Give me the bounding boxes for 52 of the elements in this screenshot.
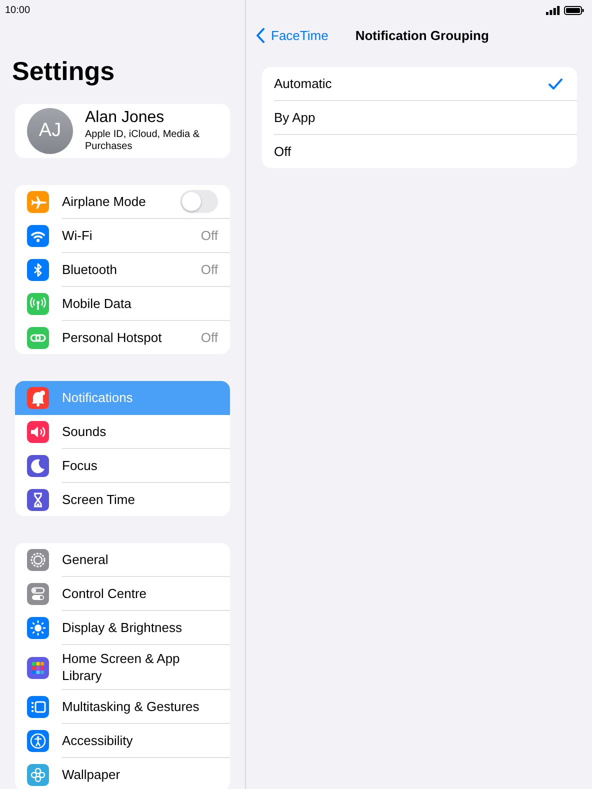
item-label: Mobile Data <box>62 295 132 313</box>
settings-item[interactable]: Display & Brightness <box>15 611 230 645</box>
item-label: Wallpaper <box>62 766 120 784</box>
item-label: Home Screen & App Library <box>62 650 181 685</box>
avatar: AJ <box>27 108 73 154</box>
settings-item[interactable]: General <box>15 543 230 577</box>
profile-subtitle: Apple ID, iCloud, Media & Purchases <box>85 129 201 153</box>
back-chevron-icon <box>256 28 265 42</box>
toggle-switch[interactable] <box>180 190 218 213</box>
item-label: Screen Time <box>62 491 135 509</box>
item-label: Airplane Mode <box>62 193 146 211</box>
nav-title: Notification Grouping <box>355 28 489 42</box>
option-label: Off <box>274 144 292 159</box>
profile-card[interactable]: AJ Alan Jones Apple ID, iCloud, Media & Purchases <box>15 104 230 158</box>
battery-icon <box>564 6 584 14</box>
settings-item[interactable]: Mobile Data <box>15 287 230 321</box>
settings-item[interactable]: Focus <box>15 449 230 483</box>
item-value: Off <box>200 262 218 277</box>
item-value: Off <box>200 228 218 243</box>
item-label: Sounds <box>62 423 106 441</box>
settings-item[interactable]: Control Centre <box>15 577 230 611</box>
option-item[interactable]: By App <box>274 101 577 135</box>
item-label: Focus <box>62 457 98 475</box>
settings-item[interactable]: Airplane Mode <box>15 185 230 219</box>
option-label: By App <box>274 110 316 125</box>
item-label: Wi-Fi <box>62 227 92 245</box>
item-label: Display & Brightness <box>62 619 182 637</box>
settings-item[interactable]: Screen Time <box>15 483 230 516</box>
item-label: Bluetooth <box>62 261 117 279</box>
status-time: 10:00 <box>5 4 30 16</box>
settings-item[interactable]: Personal Hotspot Off <box>15 321 230 354</box>
page-title: Settings <box>12 56 116 86</box>
item-label: Notifications <box>62 389 133 407</box>
settings-item[interactable]: Accessibility <box>15 724 230 758</box>
back-button[interactable]: FaceTime <box>256 28 328 42</box>
profile-name: Alan Jones <box>85 109 166 127</box>
item-label: Control Centre <box>62 585 147 603</box>
option-label: Automatic <box>274 76 332 91</box>
settings-item[interactable]: Bluetooth Off <box>15 253 230 287</box>
option-item[interactable]: Automatic <box>274 67 577 101</box>
settings-item[interactable]: Wallpaper <box>15 758 230 789</box>
settings-item[interactable]: Wi-Fi Off <box>15 219 230 253</box>
signal-icon <box>546 6 560 14</box>
item-label: Personal Hotspot <box>62 329 162 347</box>
option-item[interactable]: Off <box>274 135 577 168</box>
settings-item[interactable]: Multitasking & Gestures <box>15 690 230 724</box>
item-label: Multitasking & Gestures <box>62 698 200 716</box>
item-label: Accessibility <box>62 732 133 750</box>
item-value: Off <box>200 330 218 345</box>
settings-item[interactable]: Sounds <box>15 415 230 449</box>
settings-item[interactable]: Home Screen & App Library <box>15 645 230 690</box>
item-label: General <box>62 551 108 569</box>
